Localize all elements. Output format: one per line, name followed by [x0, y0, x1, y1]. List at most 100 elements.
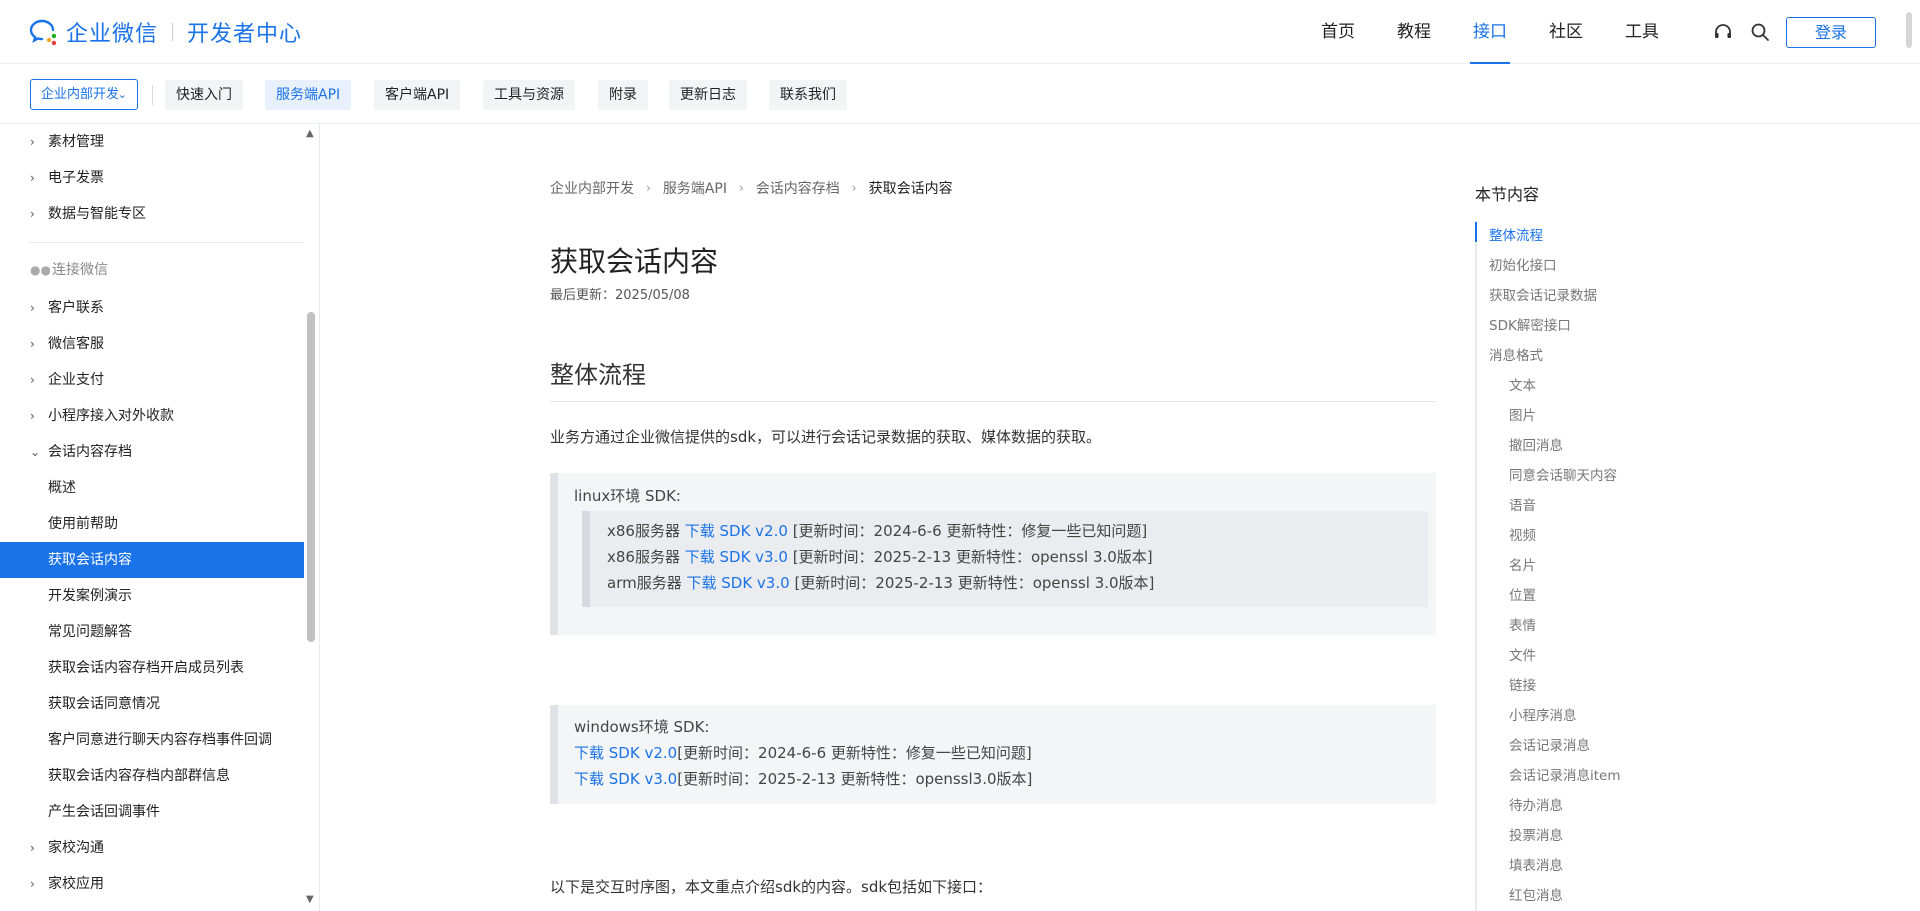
breadcrumb-current: 获取会话内容 [868, 181, 953, 197]
page-title: 获取会话内容 [550, 245, 719, 278]
toc-subitem[interactable]: 撤回消息 [1509, 434, 1563, 454]
tab-contact[interactable]: 联系我们 [769, 80, 847, 110]
breadcrumb-item[interactable]: 会话内容存档 [756, 178, 840, 198]
nav-home[interactable]: 首页 [1300, 0, 1376, 64]
nav-community[interactable]: 社区 [1528, 0, 1604, 64]
chevron-down-icon: ⌄ [30, 445, 41, 459]
toc-subitem[interactable]: 位置 [1509, 584, 1536, 604]
logo[interactable]: 企业微信 开发者中心 [28, 16, 302, 48]
toc-item[interactable]: 获取会话记录数据 [1489, 284, 1597, 304]
toc-subitem[interactable]: 会话记录消息 [1509, 734, 1590, 754]
sidebar-item-material[interactable]: › 素材管理 [0, 124, 304, 160]
download-sdk-link[interactable]: 下载 SDK v2.0 [685, 522, 788, 540]
sidebar-scrollbar[interactable] [307, 312, 315, 642]
wecom-logo-icon [29, 19, 57, 46]
sidebar-item-wechat-service[interactable]: › 微信客服 [0, 326, 304, 362]
toc-subitem[interactable]: 视频 [1509, 524, 1536, 544]
section-divider [550, 401, 1436, 402]
toc-subitem[interactable]: 小程序消息 [1509, 704, 1577, 724]
linux-sdk-list: x86服务器 下载 SDK v2.0 [更新时间：2024-6-6 更新特性：修… [582, 511, 1428, 607]
tab-client-api[interactable]: 客户端API [374, 80, 461, 110]
sdk-row: 下载 SDK v3.0[更新时间：2025-2-13 更新特性：openssl3… [574, 770, 1033, 788]
subnav-divider [152, 85, 153, 105]
tab-tools-resources[interactable]: 工具与资源 [483, 80, 575, 110]
toc-subitem[interactable]: 文件 [1509, 644, 1536, 664]
toc-subitem[interactable]: 填表消息 [1509, 854, 1563, 874]
brand-name: 企业微信 [66, 22, 159, 47]
page-scrollbar[interactable] [1906, 12, 1912, 48]
sidebar-child-consent-status[interactable]: 获取会话同意情况 [0, 686, 304, 722]
sidebar-item-customer[interactable]: › 客户联系 [0, 290, 304, 326]
sidebar-item-session-archive[interactable]: ⌄ 会话内容存档 [0, 434, 304, 470]
toc-track [1475, 221, 1477, 911]
download-sdk-link[interactable]: 下载 SDK v3.0 [685, 548, 788, 566]
logo-divider [172, 23, 174, 41]
sidebar-child-overview[interactable]: 概述 [0, 470, 304, 506]
toc-subitem[interactable]: 表情 [1509, 614, 1536, 634]
toc-subitem[interactable]: 名片 [1509, 554, 1536, 574]
sidebar-child-group-info[interactable]: 获取会话内容存档内部群信息 [0, 758, 304, 794]
chevron-right-icon: › [30, 301, 35, 315]
chevron-right-icon: › [851, 181, 857, 195]
sidebar-item-school-apps[interactable]: › 家校应用 [0, 866, 304, 902]
breadcrumb: 企业内部开发 › 服务端API › 会话内容存档 › 获取会话内容 [550, 178, 953, 198]
headset-icon[interactable] [1713, 22, 1733, 42]
chevron-right-icon: › [30, 171, 35, 185]
sidebar-section-connect-wechat: ●●连接微信 [30, 252, 108, 288]
breadcrumb-item[interactable]: 服务端API [663, 178, 727, 198]
toc-subitem[interactable]: 会话记录消息item [1509, 764, 1621, 784]
sidebar-child-consent-callback[interactable]: 客户同意进行聊天内容存档事件回调 [0, 722, 304, 758]
sidebar-child-faq[interactable]: 常见问题解答 [0, 614, 304, 650]
scroll-down-icon[interactable]: ▼ [306, 894, 314, 905]
toc-subitem[interactable]: 语音 [1509, 494, 1536, 514]
sidebar-item-school-comm[interactable]: › 家校沟通 [0, 830, 304, 866]
tab-server-api[interactable]: 服务端API [265, 80, 352, 110]
download-sdk-link[interactable]: 下载 SDK v3.0 [574, 770, 677, 788]
sdk-row: x86服务器 下载 SDK v3.0 [更新时间：2025-2-13 更新特性：… [607, 548, 1153, 566]
nav-tutorial[interactable]: 教程 [1376, 0, 1452, 64]
nav-tools[interactable]: 工具 [1604, 0, 1680, 64]
toc-subitem[interactable]: 同意会话聊天内容 [1509, 464, 1617, 484]
scroll-up-icon[interactable]: ▲ [306, 128, 314, 139]
toc-subitem[interactable]: 待办消息 [1509, 794, 1563, 814]
sidebar-child-get-session-content[interactable]: 获取会话内容 [0, 542, 304, 578]
download-sdk-link[interactable]: 下载 SDK v2.0 [574, 744, 677, 762]
toc-item[interactable]: SDK解密接口 [1489, 314, 1571, 334]
toc-item[interactable]: 初始化接口 [1489, 254, 1557, 274]
toc-item[interactable]: 整体流程 [1489, 224, 1543, 244]
top-header: 企业微信 开发者中心 首页 教程 接口 社区 工具 登录 [0, 0, 1920, 64]
toc-item[interactable]: 消息格式 [1489, 344, 1543, 364]
dev-type-label: 企业内部开发 [41, 87, 120, 102]
sidebar-child-session-callback[interactable]: 产生会话回调事件 [0, 794, 304, 830]
chevron-right-icon: › [30, 207, 35, 221]
chevron-right-icon: › [30, 841, 35, 855]
tab-appendix[interactable]: 附录 [598, 80, 648, 110]
toc-subitem[interactable]: 图片 [1509, 404, 1536, 424]
sidebar-item-data-ai[interactable]: › 数据与智能专区 [0, 196, 304, 232]
chevron-right-icon: › [738, 181, 744, 195]
intro-paragraph: 业务方通过企业微信提供的sdk，可以进行会话记录数据的获取、媒体数据的获取。 [550, 428, 1102, 446]
sidebar-child-pre-use-help[interactable]: 使用前帮助 [0, 506, 304, 542]
tab-changelog[interactable]: 更新日志 [669, 80, 747, 110]
breadcrumb-item[interactable]: 企业内部开发 [550, 178, 634, 198]
chevron-right-icon: › [646, 181, 651, 195]
sdk-row: 下载 SDK v2.0[更新时间：2024-6-6 更新特性：修复一些已知问题] [574, 744, 1032, 762]
sidebar-item-miniprogram-payment[interactable]: › 小程序接入对外收款 [0, 398, 304, 434]
chevron-right-icon: › [30, 135, 35, 149]
sidebar-child-member-list[interactable]: 获取会话内容存档开启成员列表 [0, 650, 304, 686]
download-sdk-link[interactable]: 下载 SDK v3.0 [686, 574, 789, 592]
toc-subitem[interactable]: 投票消息 [1509, 824, 1563, 844]
dev-type-select[interactable]: 企业内部开发 ⌄ [30, 79, 138, 110]
search-icon[interactable] [1750, 22, 1770, 42]
tab-quickstart[interactable]: 快速入门 [165, 80, 243, 110]
toc-subitem[interactable]: 链接 [1509, 674, 1536, 694]
chevron-right-icon: › [30, 373, 35, 387]
sidebar-item-invoice[interactable]: › 电子发票 [0, 160, 304, 196]
login-button[interactable]: 登录 [1786, 17, 1876, 48]
sidebar-item-payment[interactable]: › 企业支付 [0, 362, 304, 398]
nav-api[interactable]: 接口 [1452, 0, 1528, 64]
sidebar-child-dev-demo[interactable]: 开发案例演示 [0, 578, 304, 614]
toc-subitem[interactable]: 文本 [1509, 374, 1536, 394]
sidebar: › 素材管理 › 电子发票 › 数据与智能专区 ●●连接微信 › 客户联系 › 微信客服 … [0, 124, 320, 911]
toc-subitem[interactable]: 红包消息 [1509, 884, 1563, 904]
